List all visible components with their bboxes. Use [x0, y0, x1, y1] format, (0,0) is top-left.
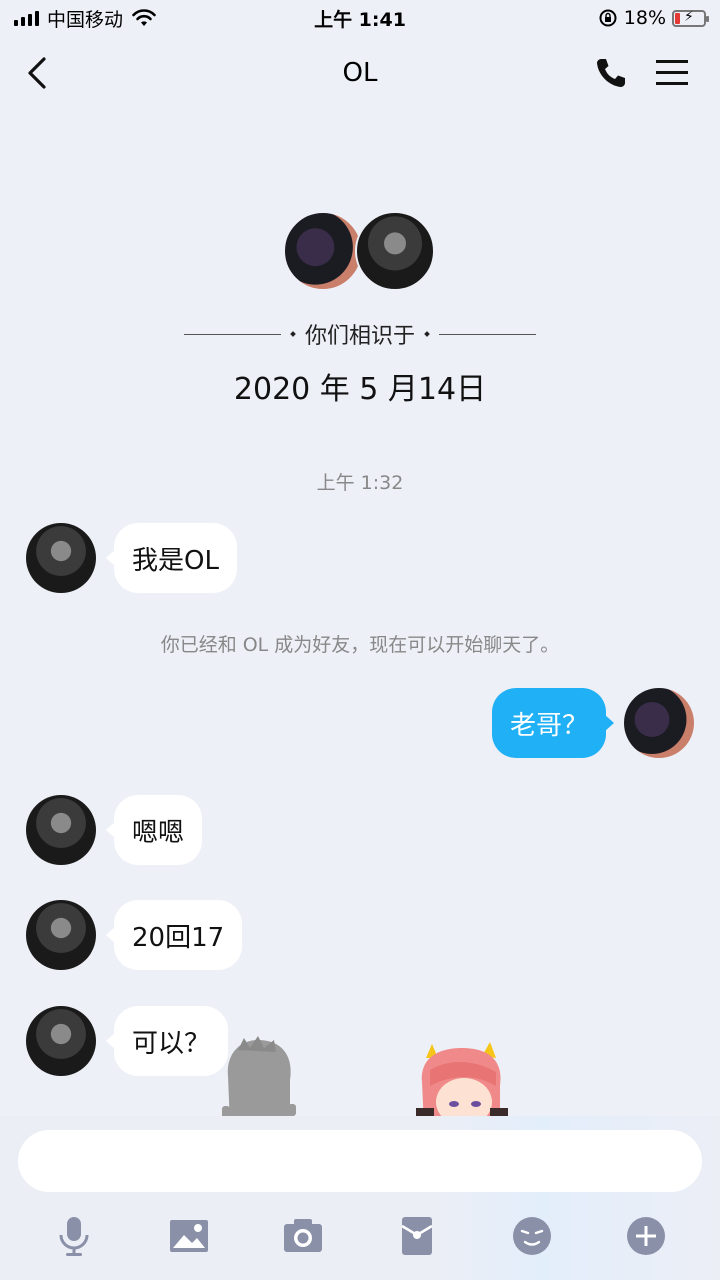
my-avatar[interactable] [283, 211, 363, 291]
carrier-name: 中国移动 [47, 8, 124, 31]
message-row: 我是OL [26, 523, 237, 593]
message-row: 20回17 [26, 900, 243, 970]
message-bubble-incoming[interactable]: 我是OL [106, 523, 237, 593]
wifi-icon [132, 9, 156, 26]
menu-icon[interactable] [656, 58, 688, 88]
status-left: 中国移动 [14, 5, 157, 32]
camera-icon[interactable] [281, 1214, 325, 1258]
image-icon[interactable] [167, 1214, 211, 1258]
message-bubble-incoming[interactable]: 20回17 [105, 900, 243, 970]
anime-character-sticker [416, 1042, 508, 1126]
microphone-icon[interactable] [52, 1214, 96, 1258]
friend-avatar[interactable] [26, 523, 96, 593]
gray-character-sticker [222, 1036, 296, 1126]
friend-avatar[interactable] [355, 211, 435, 291]
message-row: 老哥？ [491, 688, 694, 758]
back-icon[interactable] [24, 56, 54, 90]
friend-avatar[interactable] [26, 1006, 96, 1076]
battery-percent: 18% [623, 7, 666, 29]
message-bubble-incoming[interactable]: 可以？ [105, 1006, 229, 1076]
message-bubble-outgoing[interactable]: 老哥？ [491, 688, 615, 758]
rotation-lock-icon [599, 9, 617, 27]
friend-avatar[interactable] [26, 795, 96, 865]
emoji-icon[interactable] [510, 1214, 554, 1258]
input-toolbar [0, 1214, 720, 1258]
chat-title: OL [342, 58, 378, 88]
message-input[interactable] [18, 1130, 702, 1192]
friend-avatar[interactable] [26, 900, 96, 970]
message-row: 嗯嗯 [26, 795, 203, 865]
met-label: 你们相识于 [305, 324, 416, 349]
input-area [0, 1116, 720, 1280]
red-packet-icon[interactable] [395, 1214, 439, 1258]
plus-icon[interactable] [624, 1214, 668, 1258]
status-right: 18% ⚡ [598, 7, 709, 29]
system-note: 你已经和 OL 成为好友，现在可以开始聊天了。 [160, 634, 560, 656]
battery-icon: ⚡ [672, 9, 709, 27]
my-avatar[interactable] [624, 688, 694, 758]
phone-icon[interactable] [594, 56, 628, 90]
message-row: 可以？ [26, 1006, 229, 1076]
signal-icon [14, 10, 39, 26]
met-date: 2020 年 5 月14日 [233, 372, 487, 407]
message-bubble-incoming[interactable]: 嗯嗯 [105, 795, 203, 865]
met-divider: 你们相识于 [184, 318, 537, 350]
intro-avatars [283, 211, 439, 293]
nav-bar: OL [0, 36, 720, 110]
chat-timestamp: 上午 1:32 [316, 472, 404, 494]
status-bar: 中国移动 上午 1:41 18% ⚡ [0, 0, 720, 36]
